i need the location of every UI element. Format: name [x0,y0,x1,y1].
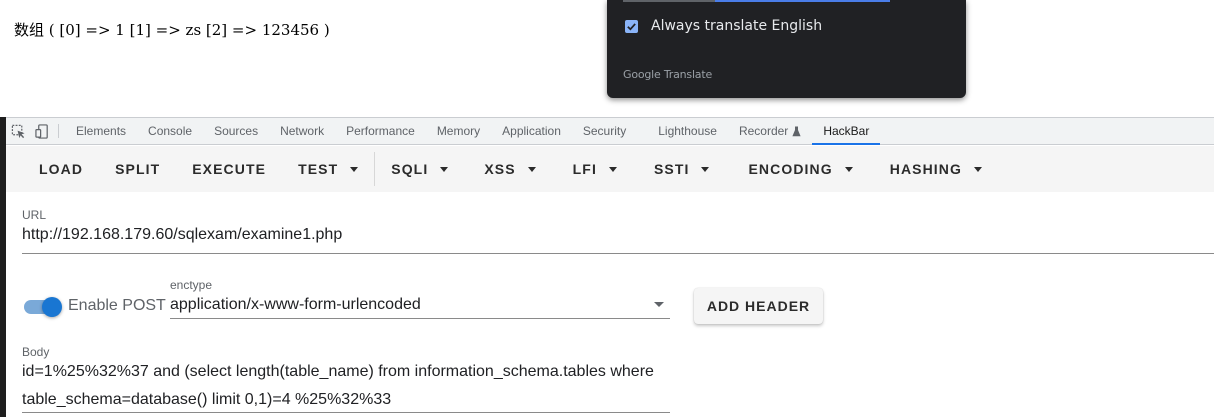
load-label: LOAD [39,161,84,177]
tab-security[interactable]: Security [572,118,637,144]
chevron-down-icon [608,166,617,172]
body-textarea[interactable]: id=1%25%32%37 and (select length(table_n… [22,358,670,414]
execute-label: EXECUTE [192,161,267,177]
chevron-down-icon [701,166,710,172]
enable-post-label: Enable POST [68,297,166,314]
execute-button[interactable]: EXECUTE [176,152,282,186]
body-textarea-underline [22,412,670,413]
toolbar-separator [58,124,59,138]
enctype-selected-value: application/x-www-form-urlencoded [170,296,421,313]
split-button[interactable]: SPLIT [99,152,176,186]
load-button[interactable]: LOAD [23,152,99,186]
enctype-label: enctype [170,278,213,292]
devtools-tab-bar: Elements Console Sources Network Perform… [6,117,1214,145]
tab-hackbar[interactable]: HackBar [812,118,881,145]
lfi-label: LFI [572,161,597,177]
enctype-underline [170,318,670,319]
translate-popup: Always translate English Google Translat… [607,0,966,98]
add-header-button[interactable]: ADD HEADER [694,288,823,324]
url-input-underline [22,253,1214,254]
tab-elements[interactable]: Elements [65,118,137,144]
url-input[interactable]: http://192.168.179.60/sqlexam/examine1.p… [22,226,342,244]
tab-memory[interactable]: Memory [426,118,491,144]
split-label: SPLIT [115,161,161,177]
always-translate-option[interactable]: Always translate English [625,16,822,36]
encoding-label: ENCODING [748,161,833,177]
chevron-down-icon [844,166,853,172]
translate-tab-active-indicator [715,0,890,2]
body-label: Body [22,345,50,359]
experimental-flask-icon [792,126,801,136]
tab-sources[interactable]: Sources [203,118,269,144]
dropdown-arrow-icon [654,302,664,307]
translate-tab-indicator [623,0,715,2]
hashing-label: HASHING [889,161,962,177]
enable-post-toggle[interactable] [24,297,62,317]
google-translate-brand: Google Translate [623,68,713,81]
url-label: URL [22,208,47,222]
chevron-down-icon [350,166,359,172]
ssti-label: SSTI [653,161,690,177]
sqli-menu-button[interactable]: SQLI [375,152,464,186]
tab-performance[interactable]: Performance [335,118,426,144]
device-mobile-icon [34,123,48,139]
inspect-element-button[interactable] [6,118,30,144]
toggle-thumb [42,297,62,317]
xss-label: XSS [484,161,516,177]
device-toolbar-button[interactable] [30,118,54,144]
hackbar-toolbar: LOAD SPLIT EXECUTE TEST SQLI XSS LFI SST… [6,146,1214,192]
xss-menu-button[interactable]: XSS [464,152,551,186]
body-line-1: id=1%25%32%37 and (select length(table_n… [22,363,654,380]
tab-recorder[interactable]: Recorder [728,118,812,144]
encoding-menu-button[interactable]: ENCODING [725,152,868,186]
chevron-down-icon [440,166,449,172]
checkmark-icon [627,22,636,31]
always-translate-label: Always translate English [651,18,823,34]
inspect-cursor-icon [11,124,25,138]
tab-application[interactable]: Application [491,118,572,144]
hashing-menu-button[interactable]: HASHING [869,152,998,186]
array-output-text: 数组 ( [0] => 1 [1] => zs [2] => 123456 ) [14,21,330,39]
tab-console[interactable]: Console [137,118,203,144]
sqli-label: SQLI [391,161,429,177]
ssti-menu-button[interactable]: SSTI [633,152,726,186]
always-translate-checkbox[interactable] [625,19,638,33]
tab-lighthouse[interactable]: Lighthouse [637,118,728,144]
tab-network[interactable]: Network [269,118,335,144]
enctype-select[interactable]: application/x-www-form-urlencoded [170,294,670,319]
chevron-down-icon [527,166,536,172]
lfi-menu-button[interactable]: LFI [552,152,633,186]
test-label: TEST [298,161,339,177]
tab-recorder-label: Recorder [738,124,789,138]
body-line-2: table_schema=database() limit 0,1)=4 %25… [22,391,392,408]
chevron-down-icon [974,166,982,172]
test-menu-button[interactable]: TEST [282,152,374,186]
